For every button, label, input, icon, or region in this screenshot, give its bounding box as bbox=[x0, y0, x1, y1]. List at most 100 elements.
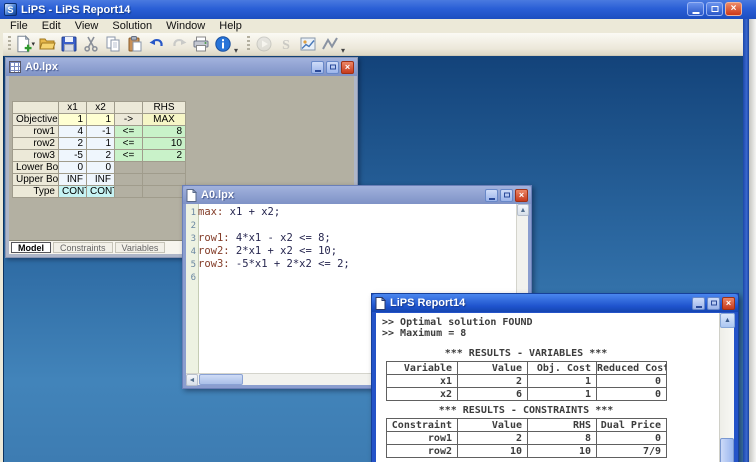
save-floppy-icon bbox=[61, 36, 77, 52]
menu-edit[interactable]: Edit bbox=[35, 20, 68, 32]
open-button[interactable] bbox=[36, 34, 58, 55]
menu-solution[interactable]: Solution bbox=[105, 20, 159, 32]
table-row: row1 2 8 0 bbox=[386, 431, 667, 445]
paste-button[interactable] bbox=[124, 34, 146, 55]
report-window-title: LiPS Report14 bbox=[390, 297, 466, 309]
toolbar-overflow-icon[interactable]: ▾ bbox=[341, 46, 345, 55]
close-button[interactable]: × bbox=[515, 188, 528, 202]
info-icon bbox=[215, 36, 231, 52]
tab-constraints[interactable]: Constraints bbox=[53, 242, 113, 253]
maximize-button[interactable] bbox=[707, 296, 720, 310]
menu-bar: File Edit View Solution Window Help bbox=[3, 19, 743, 33]
desktop-background bbox=[749, 19, 756, 462]
scroll-left-icon[interactable]: ◄ bbox=[186, 374, 198, 386]
close-button[interactable]: × bbox=[725, 2, 742, 16]
model-table[interactable]: x1 x2 RHS Objective 1 1 -> MAX row1 4 -1… bbox=[12, 101, 186, 198]
redo-button[interactable] bbox=[168, 34, 190, 55]
close-button[interactable]: × bbox=[341, 60, 354, 74]
model-table-header: x1 x2 RHS bbox=[12, 101, 186, 114]
simplex-s-icon: S bbox=[282, 38, 290, 53]
graphic-solution-icon bbox=[300, 37, 316, 51]
minimize-button[interactable] bbox=[692, 296, 705, 310]
table-row[interactable]: row1 4 -1 <= 8 bbox=[12, 125, 186, 138]
table-header-row: Constraint Value RHS Dual Price bbox=[386, 418, 667, 432]
toolbar: ▾ ▾ S ▾ bbox=[3, 33, 743, 56]
table-row[interactable]: row3 -5 2 <= 2 bbox=[12, 149, 186, 162]
minimize-button[interactable] bbox=[485, 188, 498, 202]
status-line: >> Optimal solution FOUND bbox=[382, 317, 533, 328]
sensitivity-line-icon bbox=[322, 37, 338, 50]
editor-window-title: A0.lpx bbox=[201, 189, 235, 201]
about-button[interactable] bbox=[212, 34, 234, 55]
tab-variables[interactable]: Variables bbox=[114, 242, 166, 253]
constraints-section-heading: *** RESULTS - CONSTRAINTS *** bbox=[438, 405, 614, 416]
code-line[interactable]: 2 bbox=[186, 219, 516, 232]
sensitivity-analysis-button[interactable] bbox=[319, 34, 341, 55]
minimize-button[interactable] bbox=[687, 2, 704, 16]
document-icon bbox=[186, 188, 197, 202]
print-icon bbox=[193, 36, 209, 52]
report-content[interactable]: >> Optimal solution FOUND >> Maximum = 8… bbox=[376, 313, 719, 462]
menu-help[interactable]: Help bbox=[212, 20, 249, 32]
close-button[interactable]: × bbox=[722, 296, 735, 310]
model-window-titlebar[interactable]: A0.lpx × bbox=[6, 58, 357, 76]
code-line[interactable]: 4 row2: 2*x1 + x2 <= 10; bbox=[186, 245, 516, 258]
scroll-up-icon[interactable]: ▲ bbox=[517, 204, 529, 216]
copy-icon bbox=[106, 36, 120, 52]
scroll-up-icon[interactable]: ▲ bbox=[720, 313, 735, 328]
toolbar-overflow-icon[interactable]: ▾ bbox=[234, 46, 238, 55]
window-title: LiPS - LiPS Report14 bbox=[21, 3, 131, 16]
scrollbar-thumb[interactable] bbox=[720, 438, 734, 462]
maximize-button[interactable] bbox=[500, 188, 513, 202]
model-window-title: A0.lpx bbox=[25, 61, 59, 73]
main-titlebar[interactable]: S LiPS - LiPS Report14 × bbox=[0, 0, 756, 19]
app-logo-icon: S bbox=[4, 3, 17, 16]
scrollbar-thumb[interactable] bbox=[199, 374, 243, 385]
simplex-button[interactable]: S bbox=[275, 34, 297, 55]
code-line[interactable]: 6 bbox=[186, 271, 516, 284]
table-row[interactable]: Objective 1 1 -> MAX bbox=[12, 113, 186, 126]
undo-arrow-icon bbox=[149, 38, 163, 46]
cut-button[interactable] bbox=[80, 34, 102, 55]
column-x1: x1 bbox=[58, 101, 87, 114]
print-button[interactable] bbox=[190, 34, 212, 55]
open-folder-icon bbox=[39, 38, 56, 50]
maximize-button[interactable] bbox=[706, 2, 723, 16]
menu-file[interactable]: File bbox=[3, 20, 35, 32]
toolbar-grip[interactable] bbox=[8, 36, 11, 52]
table-row[interactable]: Upper Bound INF INF bbox=[12, 173, 186, 186]
minimize-button[interactable] bbox=[311, 60, 324, 74]
svg-text:S: S bbox=[282, 38, 290, 53]
code-line[interactable]: 5 row3: -5*x1 + 2*x2 <= 2; bbox=[186, 258, 516, 271]
menu-view[interactable]: View bbox=[68, 20, 106, 32]
report-window[interactable]: LiPS Report14 × >> Optimal solution FOUN… bbox=[371, 293, 739, 462]
menu-window[interactable]: Window bbox=[159, 20, 212, 32]
code-line[interactable]: 3 row1: 4*x1 - x2 <= 8; bbox=[186, 232, 516, 245]
model-grid-icon bbox=[9, 61, 21, 73]
table-row[interactable]: row2 2 1 <= 10 bbox=[12, 137, 186, 150]
constraints-results-table: Constraint Value RHS Dual Price row1 2 8… bbox=[386, 418, 667, 458]
code-line[interactable]: 1 max: x1 + x2; bbox=[186, 206, 516, 219]
maximize-button[interactable] bbox=[326, 60, 339, 74]
tab-model[interactable]: Model bbox=[11, 242, 51, 253]
solve-button[interactable] bbox=[253, 34, 275, 55]
table-row: x1 2 1 0 bbox=[386, 374, 667, 388]
variables-results-table: Variable Value Obj. Cost Reduced Cost x1… bbox=[386, 361, 667, 401]
new-dropdown-arrow[interactable]: ▾ bbox=[31, 40, 35, 48]
copy-button[interactable] bbox=[102, 34, 124, 55]
graphic-solution-button[interactable] bbox=[297, 34, 319, 55]
table-row[interactable]: Type CONT CONT bbox=[12, 185, 186, 198]
toolbar-group-standard: ▾ ▾ bbox=[3, 33, 242, 56]
editor-window-titlebar[interactable]: A0.lpx × bbox=[183, 186, 531, 204]
toolbar-grip[interactable] bbox=[247, 36, 251, 52]
status-line: >> Maximum = 8 bbox=[382, 328, 467, 339]
mdi-workspace: A0.lpx × x1 x2 RHS Objective 1 1 -> MAX … bbox=[3, 56, 743, 462]
undo-button[interactable] bbox=[146, 34, 168, 55]
vertical-scrollbar[interactable]: ▲ bbox=[719, 313, 735, 462]
save-button[interactable] bbox=[58, 34, 80, 55]
table-row[interactable]: Lower Bound 0 0 bbox=[12, 161, 186, 174]
redo-arrow-icon bbox=[173, 38, 187, 46]
new-button[interactable]: ▾ bbox=[14, 34, 36, 55]
column-rhs: RHS bbox=[142, 101, 186, 114]
report-window-titlebar[interactable]: LiPS Report14 × bbox=[372, 294, 738, 312]
